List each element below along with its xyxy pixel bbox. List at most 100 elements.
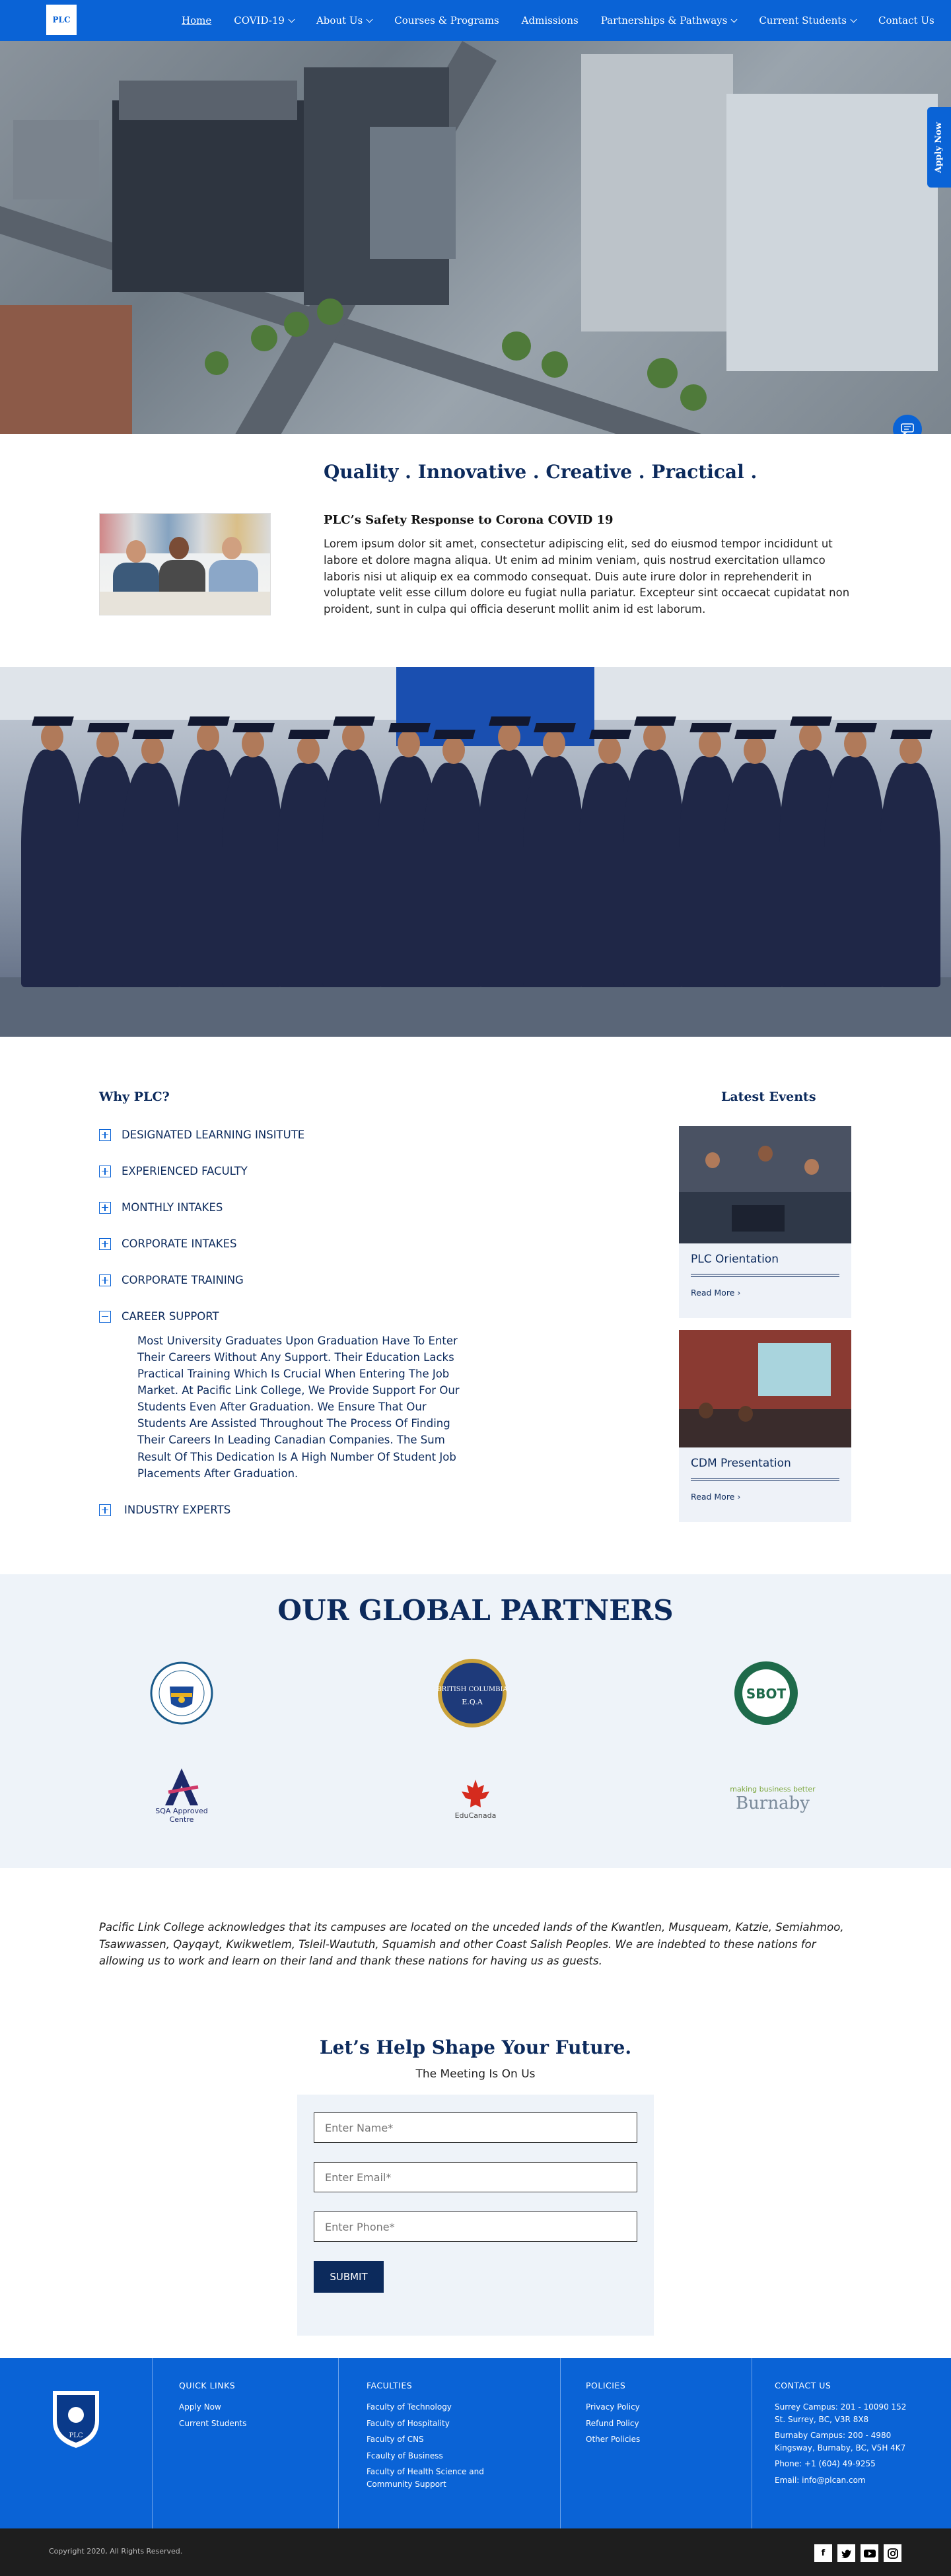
- accordion-designated[interactable]: DESIGNATED LEARNING INSITUTE: [99, 1129, 304, 1141]
- nav-covid19-label: COVID-19: [234, 15, 285, 26]
- footer-link-faculty[interactable]: Faculty of Technology: [367, 2401, 485, 2414]
- eqa-text: BRITISH COLUMBIA: [437, 1686, 508, 1693]
- plc-logo[interactable]: PLC: [46, 5, 77, 35]
- accordion-corporate-training[interactable]: CORPORATE TRAINING: [99, 1274, 244, 1286]
- read-more-link[interactable]: Read More ›: [679, 1481, 851, 1510]
- read-more-link[interactable]: Read More ›: [679, 1277, 851, 1305]
- footer-link-refund-policy[interactable]: Refund Policy: [586, 2418, 640, 2430]
- eqa-subtext: E.Q.A: [462, 1698, 483, 1706]
- footer-link-faculty[interactable]: Faculty of Hospitality: [367, 2418, 485, 2430]
- chevron-right-icon: ›: [737, 1288, 741, 1298]
- graduation-cap: [689, 723, 732, 732]
- form-heading: Let’s Help Shape Your Future.: [319, 2036, 632, 2058]
- surrey-campus-address: Surrey Campus: 201 - 10090 152 St. Surre…: [775, 2402, 907, 2424]
- plus-icon: [99, 1165, 111, 1177]
- quick-links-heading: QUICK LINKS: [179, 2381, 236, 2390]
- nav-admissions-label: Admissions: [521, 15, 579, 26]
- phone-field[interactable]: [314, 2211, 637, 2242]
- instagram-icon[interactable]: [884, 2544, 901, 2562]
- footer-link-faculty[interactable]: Fcaulty of Business: [367, 2450, 485, 2462]
- graduate-figure: [623, 749, 684, 987]
- educanada-logo: EduCanada: [439, 1766, 512, 1832]
- nav-covid19[interactable]: COVID-19: [223, 15, 305, 26]
- nav-current-students-label: Current Students: [759, 15, 847, 26]
- nav-admissions[interactable]: Admissions: [511, 15, 590, 26]
- accordion-label: CAREER SUPPORT: [122, 1310, 219, 1323]
- graduation-cap: [132, 730, 174, 739]
- event-card[interactable]: PLC Orientation Read More ›: [679, 1126, 851, 1318]
- footer: PLC QUICK LINKS Apply Now Current Studen…: [0, 2358, 951, 2528]
- accordion-career-support[interactable]: CAREER SUPPORT: [99, 1310, 219, 1323]
- accordion-label: INDUSTRY EXPERTS: [124, 1504, 231, 1516]
- sqa-text: SQA Approved Centre: [155, 1807, 208, 1824]
- graduation-cap: [835, 723, 877, 732]
- hero-campus-image: Apply Now: [0, 41, 951, 434]
- nav-contact-label: Contact Us: [878, 15, 934, 26]
- nav-about-us[interactable]: About Us: [305, 15, 383, 26]
- email-address[interactable]: Email: info@plcan.com: [775, 2474, 913, 2487]
- twitter-icon[interactable]: [837, 2544, 855, 2562]
- accordion-industry-experts[interactable]: INDUSTRY EXPERTS: [99, 1504, 230, 1516]
- graduate-head: [197, 723, 219, 751]
- plus-icon: [99, 1237, 111, 1250]
- accordion-corporate-intakes[interactable]: CORPORATE INTAKES: [99, 1237, 236, 1250]
- graduate-head: [699, 730, 721, 757]
- graduate-head: [543, 730, 565, 757]
- apply-now-tab[interactable]: Apply Now: [927, 107, 951, 188]
- contact-form: SUBMIT: [297, 2095, 654, 2336]
- footer-link-faculty[interactable]: Faculty of Health Science and Community …: [367, 2466, 485, 2490]
- event-photo: [679, 1126, 851, 1243]
- footer-link-privacy-policy[interactable]: Privacy Policy: [586, 2401, 640, 2414]
- nav-contact-us[interactable]: Contact Us: [867, 15, 946, 26]
- graduate-head: [498, 723, 520, 751]
- accordion-monthly-intakes[interactable]: MONTHLY INTAKES: [99, 1201, 223, 1214]
- phone-number[interactable]: Phone: +1 (604) 49-9255: [775, 2458, 913, 2470]
- sqa-approved-centre-logo: SQA Approved Centre: [142, 1762, 221, 1828]
- youtube-icon[interactable]: [861, 2544, 878, 2562]
- chat-icon[interactable]: [893, 415, 922, 434]
- accordion-faculty[interactable]: EXPERIENCED FACULTY: [99, 1165, 248, 1177]
- graduate-head: [799, 723, 822, 751]
- facebook-icon[interactable]: f: [814, 2544, 832, 2562]
- graduate-figure: [880, 763, 940, 987]
- burnaby-board-of-trade-logo: making business better Burnaby: [720, 1772, 826, 1825]
- event-photo: [679, 1330, 851, 1447]
- footer-link-current-students[interactable]: Current Students: [179, 2418, 246, 2430]
- main-menu: Home COVID-19 About Us Courses & Program…: [170, 0, 946, 41]
- email-field[interactable]: [314, 2162, 637, 2192]
- graduate-head: [297, 736, 320, 764]
- faculties-column: FACULTIES Faculty of Technology Faculty …: [338, 2358, 560, 2528]
- sbot-logo: SBOT: [726, 1654, 806, 1733]
- nav-partnerships[interactable]: Partnerships & Pathways: [590, 15, 748, 26]
- nav-current-students[interactable]: Current Students: [748, 15, 867, 26]
- name-field[interactable]: [314, 2112, 637, 2143]
- submit-button[interactable]: SUBMIT: [314, 2261, 384, 2293]
- burnaby-name: Burnaby: [736, 1793, 810, 1813]
- educanada-text: EduCanada: [454, 1811, 497, 1820]
- nav-courses-programs[interactable]: Courses & Programs: [383, 15, 510, 26]
- nav-home-label: Home: [182, 15, 212, 26]
- graduation-cap: [333, 716, 375, 726]
- graduation-cap: [87, 723, 129, 732]
- graduation-cap: [534, 723, 576, 732]
- graduation-cap: [188, 716, 230, 726]
- accordion-label: CORPORATE INTAKES: [122, 1237, 237, 1250]
- graduate-head: [242, 730, 264, 757]
- footer-link-other-policies[interactable]: Other Policies: [586, 2433, 640, 2446]
- nav-home[interactable]: Home: [170, 15, 223, 26]
- british-columbia-eqa-logo: BRITISH COLUMBIA E.Q.A: [429, 1650, 515, 1736]
- graduation-cap: [890, 730, 933, 739]
- footer-link-faculty[interactable]: Faculty of CNS: [367, 2433, 485, 2446]
- graduate-head: [899, 736, 922, 764]
- footer-link-apply-now[interactable]: Apply Now: [179, 2401, 246, 2414]
- graduate-figure: [21, 749, 82, 987]
- graduate-figure: [423, 763, 483, 987]
- graduate-head: [643, 723, 666, 751]
- students-photo: [99, 513, 271, 615]
- nav-courses-label: Courses & Programs: [394, 15, 499, 26]
- partners-heading: OUR GLOBAL PARTNERS: [277, 1594, 674, 1626]
- graduate-head: [844, 730, 866, 757]
- event-card[interactable]: CDM Presentation Read More ›: [679, 1330, 851, 1522]
- graduate-head: [41, 723, 63, 751]
- form-subheading: The Meeting Is On Us: [415, 2068, 536, 2081]
